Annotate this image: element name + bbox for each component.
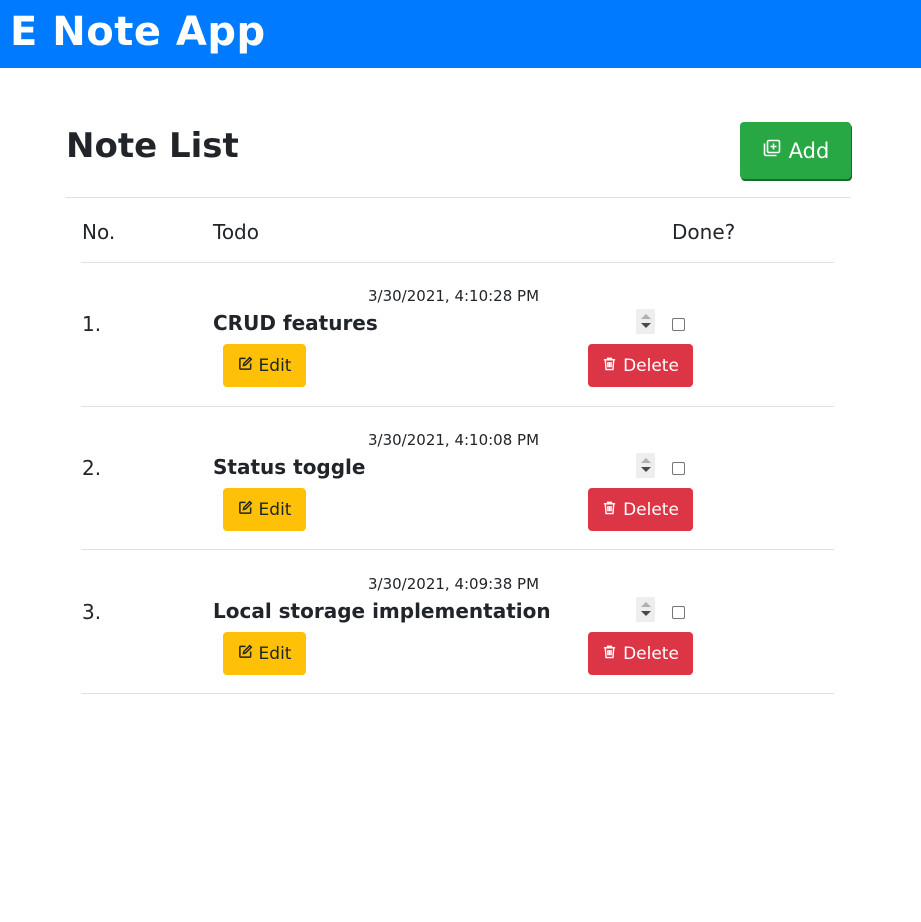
row-todo-text: Status toggle — [213, 455, 366, 479]
pencil-square-icon — [238, 500, 253, 520]
row-number: 1. — [82, 312, 102, 336]
add-note-icon — [762, 138, 782, 163]
table-row: 3. 3/30/2021, 4:09:38 PM Local storage i… — [0, 551, 921, 695]
row-number: 2. — [82, 456, 102, 480]
delete-button[interactable]: Delete — [588, 632, 693, 675]
edit-label: Edit — [258, 355, 292, 376]
table-row: 1. 3/30/2021, 4:10:28 PM CRUD features E… — [0, 263, 921, 407]
pencil-square-icon — [238, 356, 253, 376]
delete-button[interactable]: Delete — [588, 488, 693, 531]
edit-label: Edit — [258, 643, 292, 664]
delete-button[interactable]: Delete — [588, 344, 693, 387]
column-header-no: No. — [82, 220, 116, 244]
page-title: Note List — [66, 126, 239, 166]
app-brand[interactable]: E Note App — [10, 6, 266, 58]
edit-button[interactable]: Edit — [223, 488, 306, 531]
done-checkbox[interactable] — [672, 462, 685, 475]
row-timestamp: 3/30/2021, 4:09:38 PM — [368, 575, 540, 593]
done-checkbox[interactable] — [672, 318, 685, 331]
done-checkbox[interactable] — [672, 606, 685, 619]
add-note-button[interactable]: Add — [740, 122, 851, 179]
reorder-spinner[interactable] — [636, 453, 655, 478]
column-header-done: Done? — [672, 220, 736, 244]
add-note-label: Add — [788, 138, 830, 163]
delete-label: Delete — [623, 499, 679, 520]
title-divider — [65, 197, 851, 198]
row-todo-text: Local storage implementation — [213, 599, 551, 623]
row-timestamp: 3/30/2021, 4:10:08 PM — [368, 431, 540, 449]
delete-label: Delete — [623, 355, 679, 376]
row-divider — [81, 549, 834, 550]
trash-icon — [602, 356, 617, 376]
delete-label: Delete — [623, 643, 679, 664]
edit-button[interactable]: Edit — [223, 632, 306, 675]
column-header-todo: Todo — [213, 220, 259, 244]
row-number: 3. — [82, 600, 102, 624]
table-row: 2. 3/30/2021, 4:10:08 PM Status toggle E… — [0, 407, 921, 551]
row-timestamp: 3/30/2021, 4:10:28 PM — [368, 287, 540, 305]
trash-icon — [602, 644, 617, 664]
trash-icon — [602, 500, 617, 520]
reorder-spinner[interactable] — [636, 597, 655, 622]
pencil-square-icon — [238, 644, 253, 664]
row-todo-text: CRUD features — [213, 311, 378, 335]
reorder-spinner[interactable] — [636, 309, 655, 334]
row-divider — [81, 693, 834, 694]
edit-button[interactable]: Edit — [223, 344, 306, 387]
navbar: E Note App — [0, 0, 921, 68]
edit-label: Edit — [258, 499, 292, 520]
